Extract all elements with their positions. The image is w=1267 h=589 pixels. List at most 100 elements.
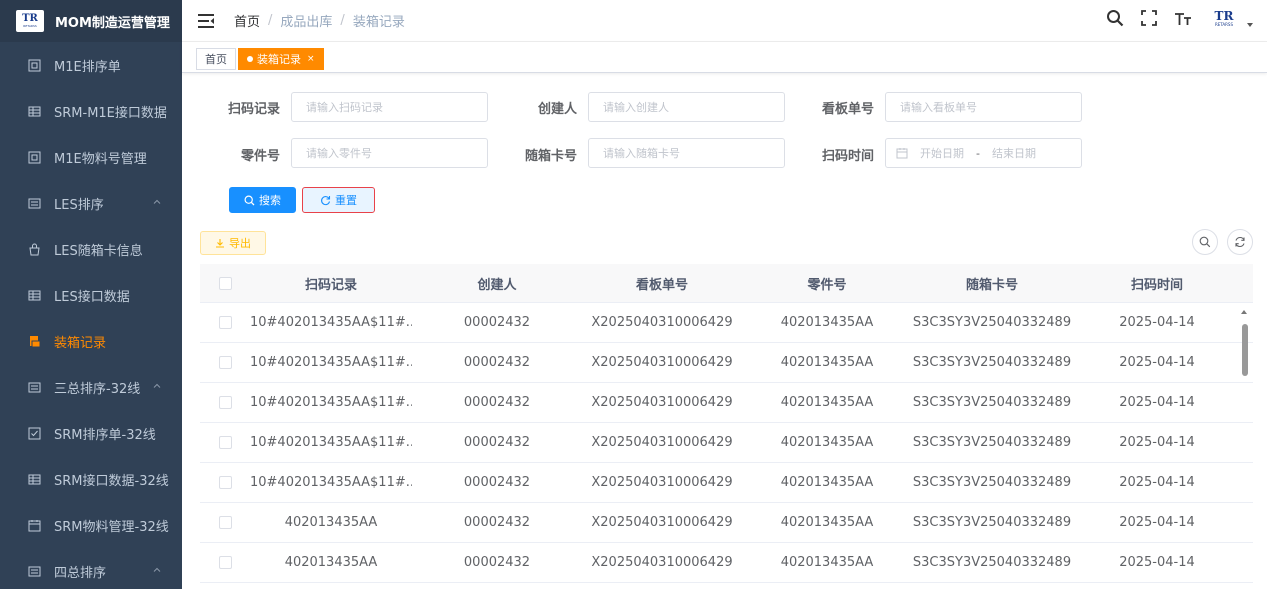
header-creator: 创建人 xyxy=(477,277,517,293)
sidebar-item-label: M1E物料号管理 xyxy=(54,151,147,167)
table-row[interactable]: 10#402013435AA$11#... 00002432 X2025040310… xyxy=(200,303,1253,343)
cell-scan-record: 402013435AA xyxy=(284,515,378,530)
chip-icon xyxy=(27,150,41,164)
checkbox-icon xyxy=(27,426,41,440)
row-checkbox[interactable] xyxy=(218,516,232,529)
creator-input[interactable]: 请输入创建人 xyxy=(588,92,785,122)
breadcrumb-current: 装箱记录 xyxy=(352,15,405,30)
table-row[interactable]: 10#402013435AA$11#... 00002432 X2025040310… xyxy=(200,463,1253,503)
cell-scan-record: 10#402013435AA$11#... xyxy=(250,315,412,330)
part-no-input[interactable]: 请输入零件号 xyxy=(291,138,488,168)
row-checkbox[interactable] xyxy=(218,316,232,329)
cell-scan-record: 10#402013435AA$11#... xyxy=(250,475,412,490)
chevron-up-icon xyxy=(152,196,162,206)
table-row[interactable]: 402013435AA 00002432 X2025040310006429 4020… xyxy=(200,503,1253,543)
cell-creator: 00002432 xyxy=(463,515,531,530)
cell-part-no: 402013435AA xyxy=(780,475,874,490)
row-select-cell xyxy=(200,396,250,409)
select-all-cell xyxy=(200,276,250,290)
header-actions: TR RETARSS xyxy=(1105,8,1253,28)
logo-text: TR xyxy=(22,13,38,24)
cell-card-no: S3C3SY3V25040332489 xyxy=(912,355,1072,370)
close-icon[interactable]: × xyxy=(307,54,315,64)
cell-card-no: S3C3SY3V25040332489 xyxy=(912,395,1072,410)
active-dot xyxy=(247,56,253,62)
sidebar-item[interactable]: LES接口数据 xyxy=(0,272,182,318)
export-button-label: 导出 xyxy=(229,237,251,250)
row-checkbox[interactable] xyxy=(218,356,232,369)
export-button[interactable]: 导出 xyxy=(200,231,266,255)
row-select-cell xyxy=(200,516,250,529)
sidebar-item[interactable]: 四总排序 xyxy=(0,548,182,589)
refresh-table-button[interactable] xyxy=(1227,229,1253,255)
cell-kanban-no: X2025040310006429 xyxy=(591,475,733,490)
tag-home[interactable]: 首页 xyxy=(196,48,236,70)
caret-down-icon[interactable] xyxy=(1247,23,1253,27)
cell-part-no: 402013435AA xyxy=(780,355,874,370)
tag-active-label: 装箱记录 xyxy=(257,53,301,66)
part-no-label: 零件号 xyxy=(240,149,280,164)
table-scrollbar[interactable] xyxy=(1239,310,1249,589)
calendar-icon xyxy=(27,518,41,532)
reset-button[interactable]: 重置 xyxy=(302,187,375,213)
row-checkbox[interactable] xyxy=(218,556,232,569)
search-button[interactable]: 搜索 xyxy=(229,187,296,213)
search-icon[interactable] xyxy=(1105,8,1125,28)
cell-part-no: 402013435AA xyxy=(780,515,874,530)
scan-record-input[interactable]: 请输入扫码记录 xyxy=(291,92,488,122)
card-no-input[interactable]: 请输入随箱卡号 xyxy=(588,138,785,168)
start-date-input[interactable]: 开始日期 xyxy=(920,145,964,161)
reset-button-label: 重置 xyxy=(335,194,357,207)
scan-time-label: 扫码时间 xyxy=(821,149,874,164)
sidebar-item-label: LES随箱卡信息 xyxy=(54,243,143,259)
refresh-icon xyxy=(321,195,331,205)
cell-card-no: S3C3SY3V25040332489 xyxy=(912,435,1072,450)
chip-icon xyxy=(27,58,41,72)
chevron-up-icon xyxy=(152,564,162,574)
form-icon xyxy=(27,196,41,210)
sidebar-item[interactable]: LES随箱卡信息 xyxy=(0,226,182,272)
sidebar-item[interactable]: SRM接口数据-32线 xyxy=(0,456,182,502)
row-checkbox[interactable] xyxy=(218,436,232,449)
table-row[interactable]: 10#402013435AA$11#... 00002432 X2025040310… xyxy=(200,383,1253,423)
end-date-input[interactable]: 结束日期 xyxy=(992,145,1036,161)
hamburger-icon[interactable] xyxy=(198,13,214,28)
sidebar-item[interactable]: SRM排序单-32线 xyxy=(0,410,182,456)
cell-scan-record: 402013435AA xyxy=(284,555,378,570)
kanban-no-input[interactable]: 请输入看板单号 xyxy=(885,92,1082,122)
cell-creator: 00002432 xyxy=(463,435,531,450)
sidebar-item[interactable]: 三总排序-32线 xyxy=(0,364,182,410)
font-size-icon[interactable] xyxy=(1173,8,1193,28)
bag-icon xyxy=(27,242,41,256)
fullscreen-icon[interactable] xyxy=(1139,8,1159,28)
table-row[interactable]: 10#402013435AA$11#... 00002432 X2025040310… xyxy=(200,343,1253,383)
scrollbar-thumb[interactable] xyxy=(1242,324,1248,376)
sidebar-item-label: LES接口数据 xyxy=(54,289,130,305)
cell-creator: 00002432 xyxy=(463,395,531,410)
table-icon xyxy=(27,104,41,118)
row-select-cell xyxy=(200,436,250,449)
cell-kanban-no: X2025040310006429 xyxy=(591,315,733,330)
sidebar-item[interactable]: M1E物料号管理 xyxy=(0,134,182,180)
sidebar-item[interactable]: 装箱记录 xyxy=(0,318,182,364)
table-row[interactable]: 10#402013435AA$11#... 00002432 X2025040310… xyxy=(200,423,1253,463)
toggle-search-button[interactable] xyxy=(1192,229,1218,255)
header-scan-time: 扫码时间 xyxy=(1130,277,1183,293)
sidebar-item[interactable]: SRM物料管理-32线 xyxy=(0,502,182,548)
scan-time-range[interactable]: 开始日期 - 结束日期 xyxy=(885,138,1082,168)
sidebar-item[interactable]: M1E排序单 xyxy=(0,42,182,88)
scroll-up-arrow[interactable] xyxy=(1241,310,1247,314)
sidebar-item[interactable]: SRM-M1E接口数据 xyxy=(0,88,182,134)
row-checkbox[interactable] xyxy=(218,476,232,489)
breadcrumb-home[interactable]: 首页 xyxy=(234,11,260,30)
download-icon xyxy=(216,239,224,248)
sidebar-item[interactable]: LES排序 xyxy=(0,180,182,226)
search-icon xyxy=(244,194,255,205)
avatar[interactable]: TR RETARSS xyxy=(1207,10,1241,27)
creator-label: 创建人 xyxy=(537,102,577,117)
sidebar-item-label: SRM-M1E接口数据 xyxy=(54,105,167,121)
tag-active[interactable]: 装箱记录 × xyxy=(238,48,324,70)
table-row[interactable]: 402013435AA 00002432 X2025040310006429 4020… xyxy=(200,543,1253,583)
select-all-checkbox[interactable] xyxy=(218,276,232,290)
row-checkbox[interactable] xyxy=(218,396,232,409)
